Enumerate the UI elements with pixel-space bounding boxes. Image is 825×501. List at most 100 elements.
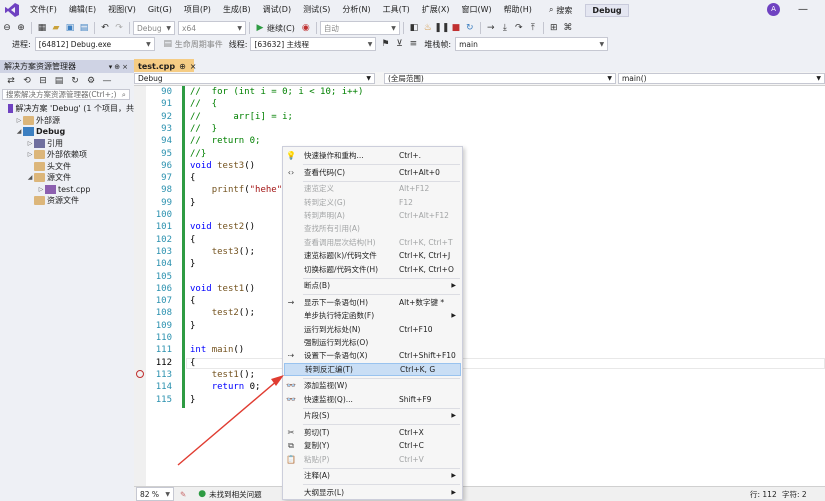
code-line[interactable]: //} bbox=[190, 149, 206, 159]
code-line[interactable]: int main() bbox=[190, 345, 244, 355]
context-menu-item[interactable]: 运行到光标处(N) Ctrl+F10 bbox=[284, 323, 461, 336]
menu-item[interactable]: 生成(B) bbox=[217, 0, 257, 20]
code-line[interactable]: { bbox=[190, 358, 195, 368]
stop-icon[interactable]: ■ bbox=[449, 21, 463, 35]
menu-item[interactable]: 测试(S) bbox=[297, 0, 336, 20]
expander-icon[interactable]: ◢ bbox=[15, 126, 23, 138]
menu-item[interactable]: 分析(N) bbox=[336, 0, 376, 20]
context-menu-item[interactable]: ⇢ 设置下一条语句(X) Ctrl+Shift+F10 bbox=[284, 349, 461, 362]
flag-icon[interactable]: ⚑ bbox=[378, 37, 392, 51]
tree-item[interactable]: ▷ 外部源 bbox=[0, 115, 134, 127]
context-menu-item[interactable]: 片段(S) ▶ bbox=[284, 409, 461, 422]
context-menu-item[interactable]: 强制运行到光标(O) bbox=[284, 336, 461, 349]
context-menu-item[interactable]: 注释(A) ▶ bbox=[284, 469, 461, 482]
code-line[interactable]: { bbox=[190, 173, 195, 183]
code-line[interactable]: } bbox=[190, 259, 195, 269]
step-out-icon[interactable]: ⤒ bbox=[526, 21, 540, 35]
menu-item[interactable]: 扩展(X) bbox=[416, 0, 456, 20]
breakpoint-marker-icon[interactable] bbox=[136, 370, 144, 378]
platform-combo[interactable]: x64 ▼ bbox=[178, 21, 246, 35]
glyph-margin[interactable] bbox=[134, 86, 146, 486]
new-project-icon[interactable]: ▦ bbox=[35, 21, 49, 35]
pin-icon[interactable]: ⊕ bbox=[179, 62, 186, 71]
issues-status[interactable]: 未找到相关问题 bbox=[209, 489, 262, 500]
code-line[interactable]: { bbox=[190, 235, 195, 245]
code-line[interactable]: } bbox=[190, 198, 195, 208]
context-menu-item[interactable]: 大纲显示(L) ▶ bbox=[284, 486, 461, 499]
refresh-icon[interactable]: ↻ bbox=[68, 74, 82, 88]
fire-icon[interactable]: ♨ bbox=[421, 21, 435, 35]
code-line[interactable]: printf("hehe" bbox=[190, 185, 282, 195]
lifecycle-events-button[interactable]: 生命周期事件 bbox=[175, 39, 223, 50]
expander-icon[interactable]: ◢ bbox=[26, 172, 34, 184]
code-line[interactable]: void test2() bbox=[190, 222, 255, 232]
code-line[interactable]: void test3() bbox=[190, 161, 255, 171]
history-icon[interactable]: ⟲ bbox=[20, 74, 34, 88]
collapse-all-icon[interactable]: ⊟ bbox=[36, 74, 50, 88]
preview-icon[interactable]: — bbox=[100, 74, 114, 88]
stackframe-combo[interactable]: main ▼ bbox=[455, 37, 609, 51]
expander-icon[interactable]: ▷ bbox=[26, 138, 34, 150]
tree-item[interactable]: ◢ 源文件 bbox=[0, 172, 134, 184]
save-all-icon[interactable]: ▤ bbox=[77, 21, 91, 35]
avatar[interactable]: A bbox=[767, 3, 780, 16]
filter-icon[interactable]: ⊻ bbox=[392, 37, 406, 51]
hex-icon[interactable]: ⊞ bbox=[547, 21, 561, 35]
expander-icon[interactable]: ▷ bbox=[15, 115, 23, 127]
save-icon[interactable]: ▣ bbox=[63, 21, 77, 35]
code-line[interactable]: // return 0; bbox=[190, 136, 260, 146]
open-file-icon[interactable]: ▰ bbox=[49, 21, 63, 35]
code-line[interactable]: } bbox=[190, 395, 195, 405]
step-over-icon[interactable]: ↷ bbox=[512, 21, 526, 35]
context-menu-item[interactable]: 👓 快速监视(Q)... Shift+F9 bbox=[284, 393, 461, 406]
back-icon[interactable]: ⊖ bbox=[0, 21, 14, 35]
context-menu-item[interactable]: 断点(B) ▶ bbox=[284, 279, 461, 292]
context-menu-item[interactable]: 速览标题(k)/代码文件 Ctrl+K, Ctrl+J bbox=[284, 249, 461, 262]
menu-item[interactable]: 窗口(W) bbox=[456, 0, 498, 20]
menu-item[interactable]: 视图(V) bbox=[102, 0, 142, 20]
code-line[interactable]: return 0; bbox=[190, 382, 261, 392]
restart-icon[interactable]: ↻ bbox=[463, 21, 477, 35]
code-line[interactable]: // } bbox=[190, 124, 217, 134]
continue-button[interactable]: 继续(C) bbox=[267, 23, 295, 34]
attach-icon[interactable]: ◉ bbox=[299, 21, 313, 35]
intellicode-icon[interactable]: ✎ bbox=[180, 490, 186, 499]
zoom-combo[interactable]: 82 % ▼ bbox=[136, 487, 174, 501]
process-combo[interactable]: [64812] Debug.exe ▼ bbox=[34, 37, 155, 51]
menu-item[interactable]: 帮助(H) bbox=[498, 0, 538, 20]
tree-item[interactable]: ▷ 外部依赖项 bbox=[0, 149, 134, 161]
show-next-statement-icon[interactable]: → bbox=[484, 21, 498, 35]
code-line[interactable]: { bbox=[190, 296, 195, 306]
context-menu-item[interactable]: ⧉ 复制(Y) Ctrl+C bbox=[284, 439, 461, 452]
lifecycle-icon[interactable]: ▤ bbox=[161, 37, 175, 51]
tree-item[interactable]: ▷ test.cpp bbox=[0, 184, 134, 196]
auto-combo[interactable]: 自动 ▼ bbox=[319, 21, 400, 35]
forward-icon[interactable]: ⊕ bbox=[14, 21, 28, 35]
diagnostic-icon[interactable]: ⌘ bbox=[561, 21, 575, 35]
expand-icon[interactable]: ≡ bbox=[406, 37, 420, 51]
code-line[interactable]: // for (int i = 0; i < 10; i++) bbox=[190, 87, 363, 97]
expander-icon[interactable]: ▷ bbox=[37, 184, 45, 196]
context-menu-item[interactable]: 👓 添加监视(W) bbox=[284, 379, 461, 392]
solution-explorer-search-input[interactable]: 搜索解决方案资源管理器(Ctrl+;) ⌕ bbox=[2, 89, 130, 100]
context-menu-item[interactable]: 💡 快速操作和重构... Ctrl+. bbox=[284, 149, 461, 162]
function-combo[interactable]: main() ▼ bbox=[618, 73, 825, 84]
hot-reload-icon[interactable]: ◧ bbox=[407, 21, 421, 35]
minimize-icon[interactable]: — bbox=[790, 0, 816, 20]
scope-combo[interactable]: (全局范围) ▼ bbox=[384, 73, 616, 84]
search-box[interactable]: ⌕ 搜索 bbox=[544, 2, 577, 18]
show-all-files-icon[interactable]: ▤ bbox=[52, 74, 66, 88]
code-line[interactable]: // { bbox=[190, 99, 217, 109]
context-menu-item[interactable]: ‹› 查看代码(C) Ctrl+Alt+0 bbox=[284, 166, 461, 179]
menu-item[interactable]: 项目(P) bbox=[178, 0, 217, 20]
properties-icon[interactable]: ⚙ bbox=[84, 74, 98, 88]
context-menu-item[interactable]: ✂ 剪切(T) Ctrl+X bbox=[284, 426, 461, 439]
code-line[interactable]: test2(); bbox=[190, 308, 255, 318]
tab-test-cpp[interactable]: test.cpp ⊕ × bbox=[134, 59, 196, 73]
project-combo[interactable]: Debug ▼ bbox=[134, 73, 375, 84]
expander-icon[interactable]: ▷ bbox=[26, 149, 34, 161]
menu-item[interactable]: 文件(F) bbox=[24, 0, 63, 20]
menu-item[interactable]: Git(G) bbox=[142, 0, 178, 20]
context-menu-item[interactable]: → 显示下一条语句(H) Alt+数字键 * bbox=[284, 296, 461, 309]
tree-item[interactable]: 解决方案 'Debug' (1 个项目，共 bbox=[0, 103, 134, 115]
